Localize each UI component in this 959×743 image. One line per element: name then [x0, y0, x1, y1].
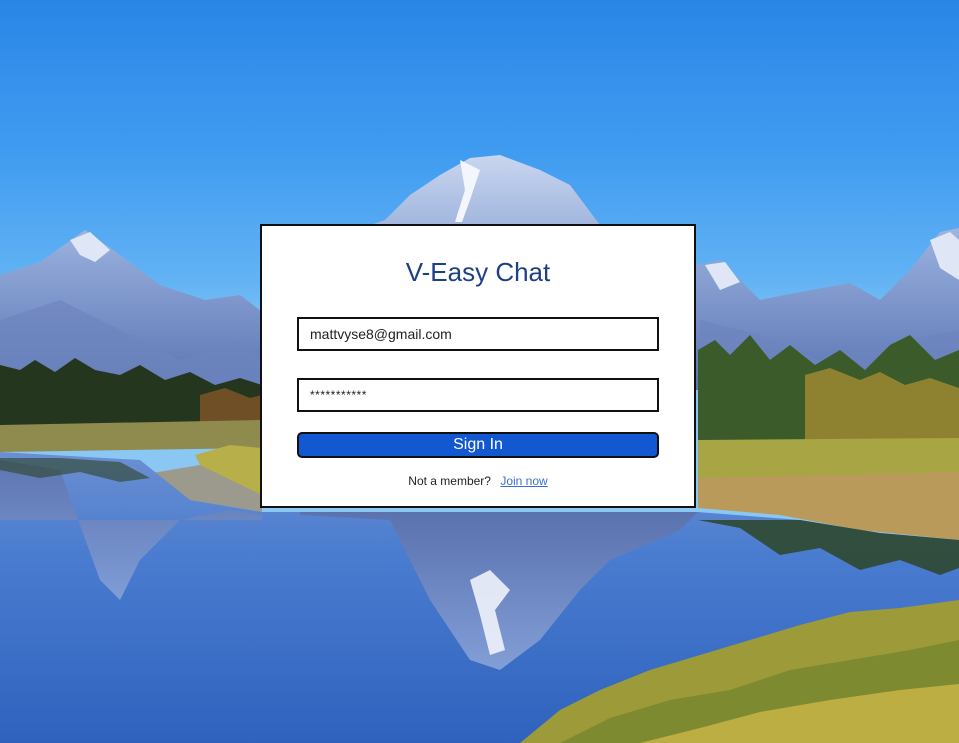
meadow-right — [698, 438, 959, 478]
not-member-text: Not a member? — [408, 474, 491, 488]
login-screen: V-Easy Chat Sign In Not a member? Join n… — [0, 0, 959, 743]
sign-in-button[interactable]: Sign In — [297, 432, 659, 458]
join-now-link[interactable]: Join now — [500, 474, 547, 488]
app-title: V-Easy Chat — [405, 257, 551, 287]
password-field[interactable] — [297, 378, 659, 412]
signup-prompt: Not a member? Join now — [262, 474, 694, 488]
login-card: V-Easy Chat Sign In Not a member? Join n… — [260, 224, 696, 508]
email-field[interactable] — [297, 317, 659, 351]
